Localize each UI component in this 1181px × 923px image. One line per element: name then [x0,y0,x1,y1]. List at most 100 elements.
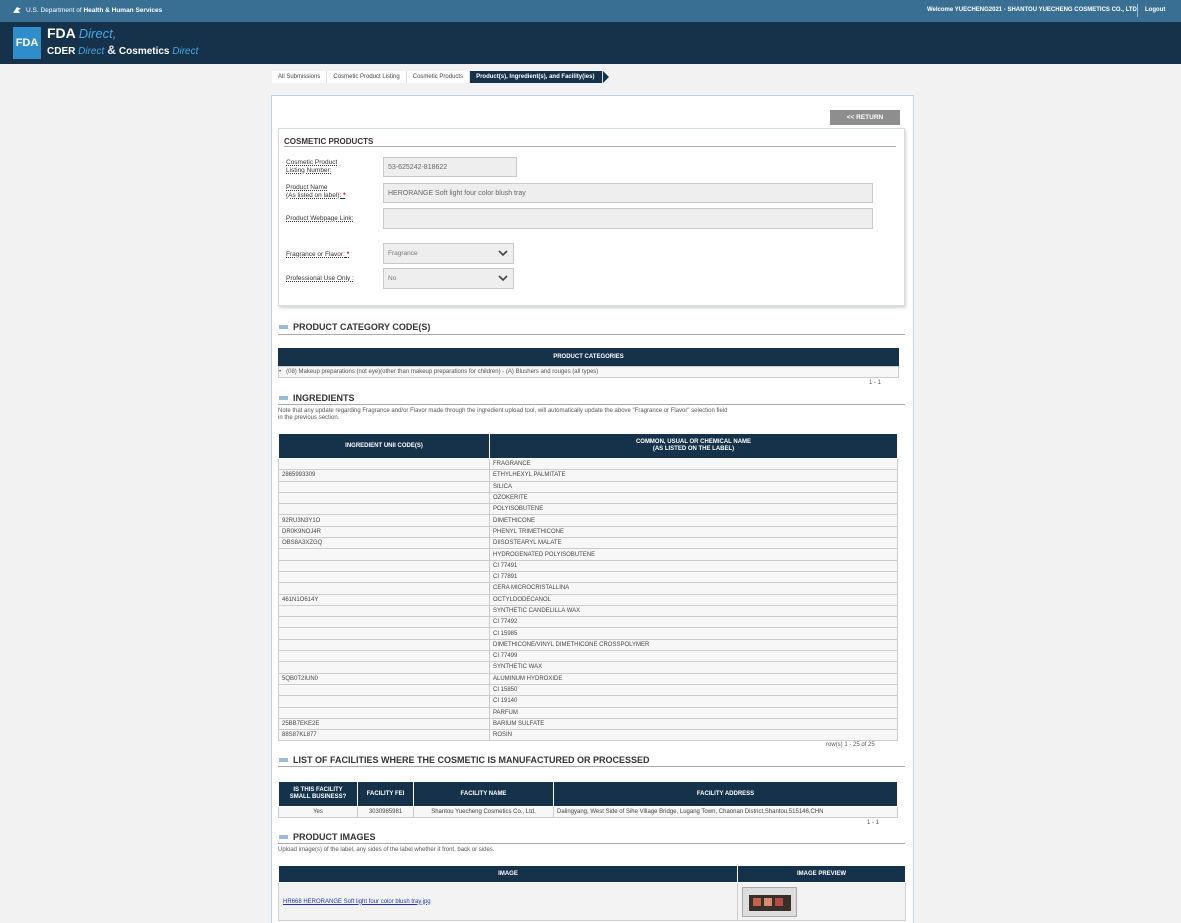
ingredient-name-cell: CI 77491 [489,559,898,572]
top-bar: U.S. Department of Health & Human Servic… [0,0,1181,22]
fragrance-label: Fragrance or Flavor: * [286,251,350,258]
ingredient-name-cell: OCTYLDODECANOL [489,593,898,606]
divider [278,334,905,335]
ingredient-unii-cell: 2865993309 [278,469,490,482]
ingredient-name-cell: SILICA [489,480,898,493]
table-row: SYNTHETIC WAX [278,661,898,674]
fragrance-select[interactable]: Fragrance [383,243,514,264]
ingredient-name-cell: PARFUM [489,706,898,719]
hhs-banner: U.S. Department of Health & Human Servic… [12,5,162,15]
table-row: 2865993309 ETHYLHEXYL PALMITATE [278,469,898,482]
divider [278,404,905,405]
table-row: Yes 3030985981 Shantou Yuecheng Cosmetic… [278,806,898,818]
collapse-icon[interactable] [279,396,288,400]
ingredient-name-cell: ALUMINUM HYDROXIDE [489,672,898,685]
ingredient-name-cell: CI 19140 [489,695,898,708]
ingredient-name-cell: SYNTHETIC WAX [489,661,898,674]
ingredient-name-cell: DIISOSTEARYL MALATE [489,537,898,550]
table-row: PARFUM [278,706,898,719]
image-file-link[interactable]: HR668 HERORANGE Soft light four color bl… [283,899,431,905]
table-row: CI 77499 [278,650,898,663]
table-row: 25BB7EKE2E BARIUM SULFATE [278,717,898,731]
ingredient-unii-cell [278,661,490,674]
category-pager: 1 - 1 [869,380,882,386]
ingredient-unii-cell [278,503,490,516]
ingredient-unii-cell: 461N1O614Y [278,593,490,606]
table-row: 88S87KL877 ROSIN [278,729,898,742]
breadcrumb-all-submissions[interactable]: All Submissions [272,71,328,83]
collapse-icon[interactable] [279,325,288,329]
image-preview-header: IMAGE PREVIEW [737,865,906,883]
collapse-icon[interactable] [279,835,288,839]
facility-address-header: FACILITY ADDRESS [553,781,898,807]
ingredient-name-cell: SYNTHETIC CANDELILLA WAX [489,604,898,618]
small-business-cell: Yes [278,806,358,818]
category-section-title[interactable]: PRODUCT CATEGORY CODE(S) [279,322,430,332]
ingredient-name-cell: CI 77499 [489,650,898,663]
ingredient-unii-cell [278,683,490,697]
category-table-header: PRODUCT CATEGORIES [278,348,899,366]
ingredient-unii-cell [278,627,490,640]
table-row: FRAGRANCE [278,457,898,471]
return-button[interactable]: << RETURN [830,110,900,125]
ingredient-unii-cell [278,616,490,629]
ingredient-unii-cell [278,604,490,618]
ingredient-name-cell: CI 77891 [489,570,898,584]
table-row: HR668 HERORANGE Soft light four color bl… [278,882,906,921]
table-row: CI 77492 [278,616,898,629]
ingredient-unii-cell: 25BB7EKE2E [278,717,490,731]
table-row: HYDROGENATED POLYISOBUTENE [278,548,898,561]
table-row: CI 15985 [278,627,898,640]
professional-use-select[interactable]: No [383,268,514,289]
hhs-label: U.S. Department of Health & Human Servic… [26,6,163,14]
ingredient-unii-cell [278,582,490,595]
collapse-icon[interactable] [279,758,288,762]
listing-number-label: Cosmetic Product Listing Number: [286,159,338,174]
breadcrumb-cosmetic-products[interactable]: Cosmetic Products [406,71,471,83]
app-header: FDA FDA Direct, CDER Direct & Cosmetics Dir… [0,22,1181,64]
ingredient-unii-cell [278,548,490,561]
divider [278,843,905,844]
ingredient-name-cell: CI 15850 [489,683,898,697]
facilities-pager: 1 - 1 [867,820,880,826]
ingredient-unii-cell [278,695,490,708]
table-row: DIMETHICONE/VINYL DIMETHICONE CROSSPOLYM… [278,638,898,652]
ingredient-name-cell: FRAGRANCE [489,457,898,471]
table-row: CI 15850 [278,683,898,697]
product-thumbnail[interactable] [742,886,797,917]
ingredient-unii-cell: DR0K9NOJ4R [278,525,490,539]
ingredient-name-cell: HYDROGENATED POLYISOBUTENE [489,548,898,561]
facilities-section-title[interactable]: LIST OF FACILITIES WHERE THE COSMETIC IS… [279,755,650,765]
logout-link[interactable]: Logout [1145,7,1165,13]
ingredient-unii-cell: OBS8A3XZGQ [278,537,490,550]
cosmetic-products-title: COSMETIC PRODUCTS [284,137,374,146]
table-row: OZOKERITE [278,491,898,505]
ingredient-name-cell: OZOKERITE [489,491,898,505]
table-row: CI 77491 [278,559,898,572]
fda-logo[interactable]: FDA [13,27,41,59]
divider [278,766,905,767]
facilities-table: IS THIS FACILITY SMALL BUSINESS? FACILITY… [278,781,898,818]
webpage-link-field[interactable] [383,208,873,229]
images-note: Upload image(s) of the label, any sides … [278,847,495,853]
ingredient-unii-cell [278,480,490,493]
ingredients-section-title[interactable]: INGREDIENTS [279,393,355,403]
ingredient-name-cell: ROSIN [489,729,898,742]
ingredient-name-cell: DIMETHICONE [489,514,898,527]
table-row: CERA MICROCRISTALLINA [278,582,898,595]
table-row: 5QB0T2IUN0 ALUMINUM HYDROXIDE [278,672,898,685]
facility-name-header: FACILITY NAME [413,781,554,807]
brand-title: FDA Direct, [47,25,117,41]
breadcrumb-arrow [603,71,610,83]
welcome-text: Welcome YUECHENG2021 - SHANTOU YUECHENG … [927,7,1139,13]
divider [284,146,896,147]
product-name-field[interactable]: HERORANGE Soft light four color blush tr… [383,183,873,203]
table-row: DR0K9NOJ4R PHENYL TRIMETHICONE [278,525,898,539]
ingredient-unii-cell [278,650,490,663]
chevron-down-icon [498,275,508,282]
breadcrumb-product-listing[interactable]: Cosmetic Product Listing [327,71,407,83]
listing-number-field[interactable]: 53-625242-818622 [383,157,517,177]
chevron-down-icon [498,250,508,257]
images-section-title[interactable]: PRODUCT IMAGES [279,832,376,842]
ingredient-name-cell: CI 77492 [489,616,898,629]
